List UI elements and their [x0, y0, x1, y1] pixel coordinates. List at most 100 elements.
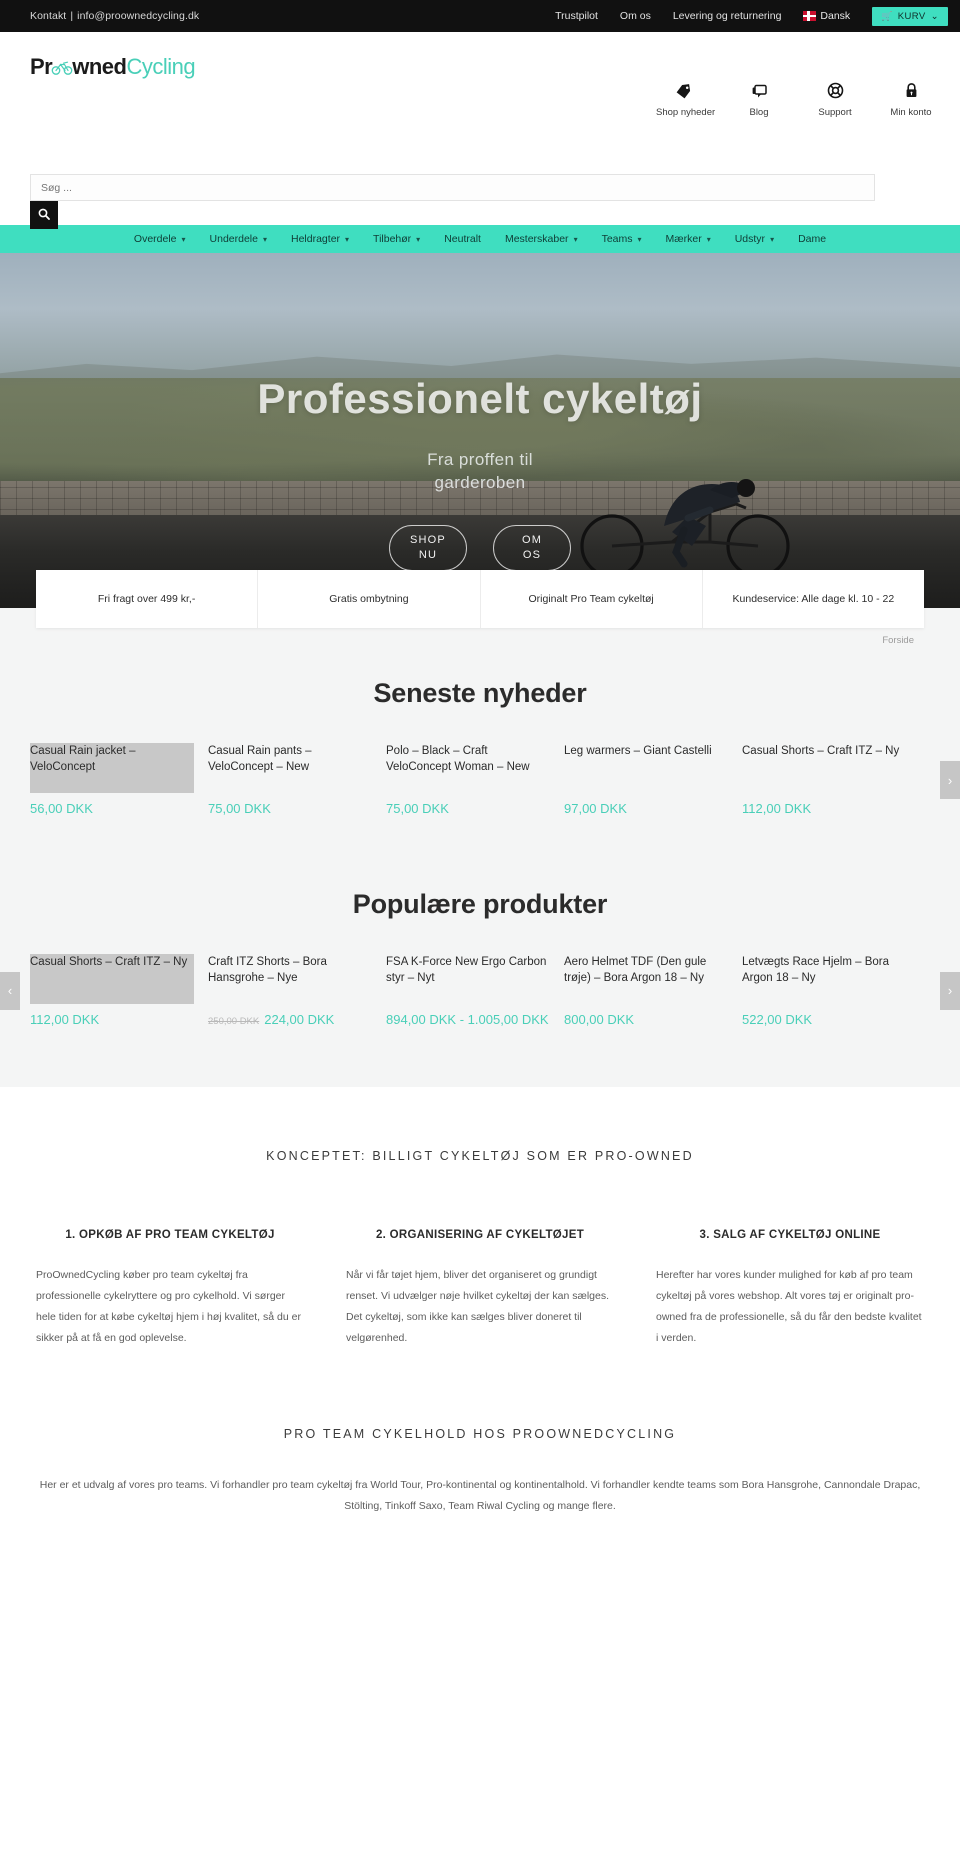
logo-text-part1: Pr — [30, 54, 53, 79]
popular-prev-button[interactable]: ‹ — [0, 971, 20, 1010]
product-old-price: 250,00 DKK — [208, 1015, 260, 1027]
product-title: Casual Shorts – Craft ITZ – Ny — [30, 953, 194, 1004]
topbar-link-levering[interactable]: Levering og returnering — [673, 10, 782, 22]
header-icon-row: Shop nyheder Blog Support Min konto — [656, 82, 938, 118]
about-us-line2: OS — [522, 549, 542, 561]
topbar-link-om-os[interactable]: Om os — [620, 10, 651, 22]
bicycle-icon — [51, 59, 73, 75]
header-item-min-konto[interactable]: Min konto — [884, 82, 938, 118]
speech-bubble-icon — [732, 82, 786, 104]
search-row — [30, 174, 875, 229]
product-title: Craft ITZ Shorts – Bora Hansgrohe – Nye — [208, 955, 327, 984]
chevron-down-icon: ▾ — [181, 234, 186, 244]
lifebuoy-icon — [808, 82, 862, 104]
nav-item-maerker[interactable]: Mærker ▾ — [654, 233, 723, 245]
nav-item-underdele[interactable]: Underdele ▾ — [198, 233, 279, 245]
header-item-shop-nyheder[interactable]: Shop nyheder — [656, 82, 715, 118]
contact-email[interactable]: info@proownedcycling.dk — [77, 10, 199, 22]
breadcrumb[interactable]: Forside — [882, 635, 914, 646]
nav-item-dame[interactable]: Dame — [786, 233, 838, 245]
search-button[interactable] — [30, 201, 58, 229]
shop-now-button[interactable]: SHOP NU — [389, 525, 467, 571]
product-card[interactable]: Polo – Black – Craft VeloConcept Woman –… — [386, 743, 564, 819]
cart-chevron-down-icon: ⌄ — [930, 10, 939, 22]
product-card[interactable]: FSA K-Force New Ergo Carbon styr – Nyt 8… — [386, 954, 564, 1030]
cart-label: KURV — [897, 10, 926, 22]
product-title: Aero Helmet TDF (Den gule trøje) – Bora … — [564, 955, 707, 984]
nav-item-neutralt[interactable]: Neutralt — [432, 233, 493, 245]
topbar-links: Trustpilot Om os Levering og returnering… — [555, 6, 960, 46]
contact-label: Kontakt — [30, 10, 67, 22]
product-title: Polo – Black – Craft VeloConcept Woman –… — [386, 745, 530, 774]
nav-label: Mærker — [665, 233, 702, 245]
product-card[interactable]: Letvægts Race Hjelm – Bora Argon 18 – Ny… — [742, 954, 920, 1030]
concept-column-1: 1. OPKØB AF PRO TEAM CYKELTØJ ProOwnedCy… — [36, 1229, 304, 1349]
chevron-right-icon: › — [947, 983, 953, 998]
cart-icon: 🛒 — [881, 10, 893, 21]
nav-item-heldragter[interactable]: Heldragter ▾ — [279, 233, 361, 245]
site-header: Pr wned Cycling Shop nyheder Blog Suppor… — [0, 32, 960, 170]
tag-icon — [656, 82, 710, 104]
hero-subtitle: Fra proffen til garderoben — [0, 449, 960, 495]
danish-flag-icon — [803, 11, 817, 21]
logo[interactable]: Pr wned Cycling — [30, 54, 196, 80]
about-us-button[interactable]: OM OS — [493, 525, 571, 571]
product-price: 75,00 DKK — [208, 801, 271, 816]
chevron-left-icon: ‹ — [7, 983, 13, 998]
product-title: Casual Rain jacket – VeloConcept — [30, 743, 194, 793]
concept-column-3: 3. SALG AF CYKELTØJ ONLINE Herefter har … — [656, 1229, 924, 1349]
popular-carousel: Casual Shorts – Craft ITZ – Ny 112,00 DK… — [0, 953, 960, 1082]
product-title: Casual Shorts – Craft ITZ – Ny — [742, 745, 900, 757]
topbar-link-trustpilot[interactable]: Trustpilot — [555, 10, 598, 22]
popular-section-title: Populære produkter — [352, 888, 608, 919]
product-card[interactable]: Casual Rain pants – VeloConcept – New 75… — [208, 743, 386, 819]
search-input[interactable] — [30, 174, 875, 201]
product-current-price: 224,00 DKK — [264, 1011, 335, 1027]
nav-item-tilbehor[interactable]: Tilbehør ▾ — [361, 233, 432, 245]
product-card[interactable]: Casual Shorts – Craft ITZ – Ny 112,00 DK… — [742, 743, 920, 819]
teams-heading: PRO TEAM CYKELHOLD HOS PROOWNEDCYCLING — [283, 1427, 677, 1441]
news-next-button[interactable]: › — [940, 761, 960, 799]
chevron-right-icon: › — [947, 772, 953, 788]
cart-button[interactable]: 🛒 KURV ⌄ — [872, 6, 948, 26]
shop-now-line2: NU — [418, 549, 438, 561]
product-title: Casual Rain pants – VeloConcept – New — [208, 745, 312, 774]
header-item-label: Support — [818, 107, 852, 118]
feature-item-originalt: Originalt Pro Team cykeltøj — [481, 570, 703, 628]
product-price: 112,00 DKK — [30, 1011, 100, 1027]
language-selector[interactable]: Dansk ⌄ — [803, 10, 851, 46]
header-item-support[interactable]: Support — [808, 82, 862, 118]
nav-item-overdele[interactable]: Overdele ▾ — [122, 233, 198, 245]
news-section: Seneste nyheder Casual Rain jacket – Vel… — [0, 666, 960, 877]
feature-bar-wrap: Fri fragt over 499 kr,- Gratis ombytning… — [0, 570, 960, 666]
topbar-contact: Kontakt | info@proownedcycling.dk — [0, 10, 199, 22]
lock-icon — [884, 82, 938, 104]
header-item-blog[interactable]: Blog — [732, 82, 786, 118]
news-carousel: Casual Rain jacket – VeloConcept 56,00 D… — [0, 743, 960, 871]
language-label: Dansk — [820, 10, 851, 22]
popular-next-button[interactable]: › — [940, 971, 960, 1010]
nav-label: Underdele — [209, 233, 258, 245]
product-card[interactable]: Casual Rain jacket – VeloConcept 56,00 D… — [30, 743, 208, 819]
product-price: 522,00 DKK — [742, 1011, 813, 1027]
product-card[interactable]: Casual Shorts – Craft ITZ – Ny 112,00 DK… — [30, 953, 208, 1030]
nav-item-teams[interactable]: Teams ▾ — [590, 233, 654, 245]
nav-label: Udstyr — [734, 233, 766, 245]
main-nav: Overdele ▾ Underdele ▾ Heldragter ▾ Tilbehø… — [0, 225, 960, 253]
product-card[interactable]: Aero Helmet TDF (Den gule trøje) – Bora … — [564, 954, 742, 1030]
concept-column-heading: 3. SALG AF CYKELTØJ ONLINE — [699, 1229, 881, 1241]
popular-section: Populære produkter Casual Shorts – Craft… — [0, 876, 960, 1087]
teams-body: Her er et udvalg af vores pro teams. Vi … — [39, 1479, 921, 1512]
teams-section: PRO TEAM CYKELHOLD HOS PROOWNEDCYCLING H… — [0, 1393, 960, 1547]
nav-item-udstyr[interactable]: Udstyr ▾ — [723, 233, 786, 245]
nav-label: Heldragter — [291, 233, 341, 245]
product-card[interactable]: Craft ITZ Shorts – Bora Hansgrohe – Nye … — [208, 954, 386, 1030]
concept-heading: KONCEPTET: BILLIGT CYKELTØJ SOM ER PRO-O… — [266, 1149, 694, 1163]
header-item-label: Min konto — [890, 107, 932, 118]
nav-item-mesterskaber[interactable]: Mesterskaber ▾ — [493, 233, 590, 245]
product-price: 75,00 DKK — [386, 801, 449, 816]
news-section-title: Seneste nyheder — [373, 678, 587, 708]
logo-text-part2: wned — [72, 54, 127, 79]
concept-column-2: 2. ORGANISERING AF CYKELTØJET Når vi får… — [346, 1229, 614, 1349]
product-card[interactable]: Leg warmers – Giant Castelli 97,00 DKK — [564, 743, 742, 819]
